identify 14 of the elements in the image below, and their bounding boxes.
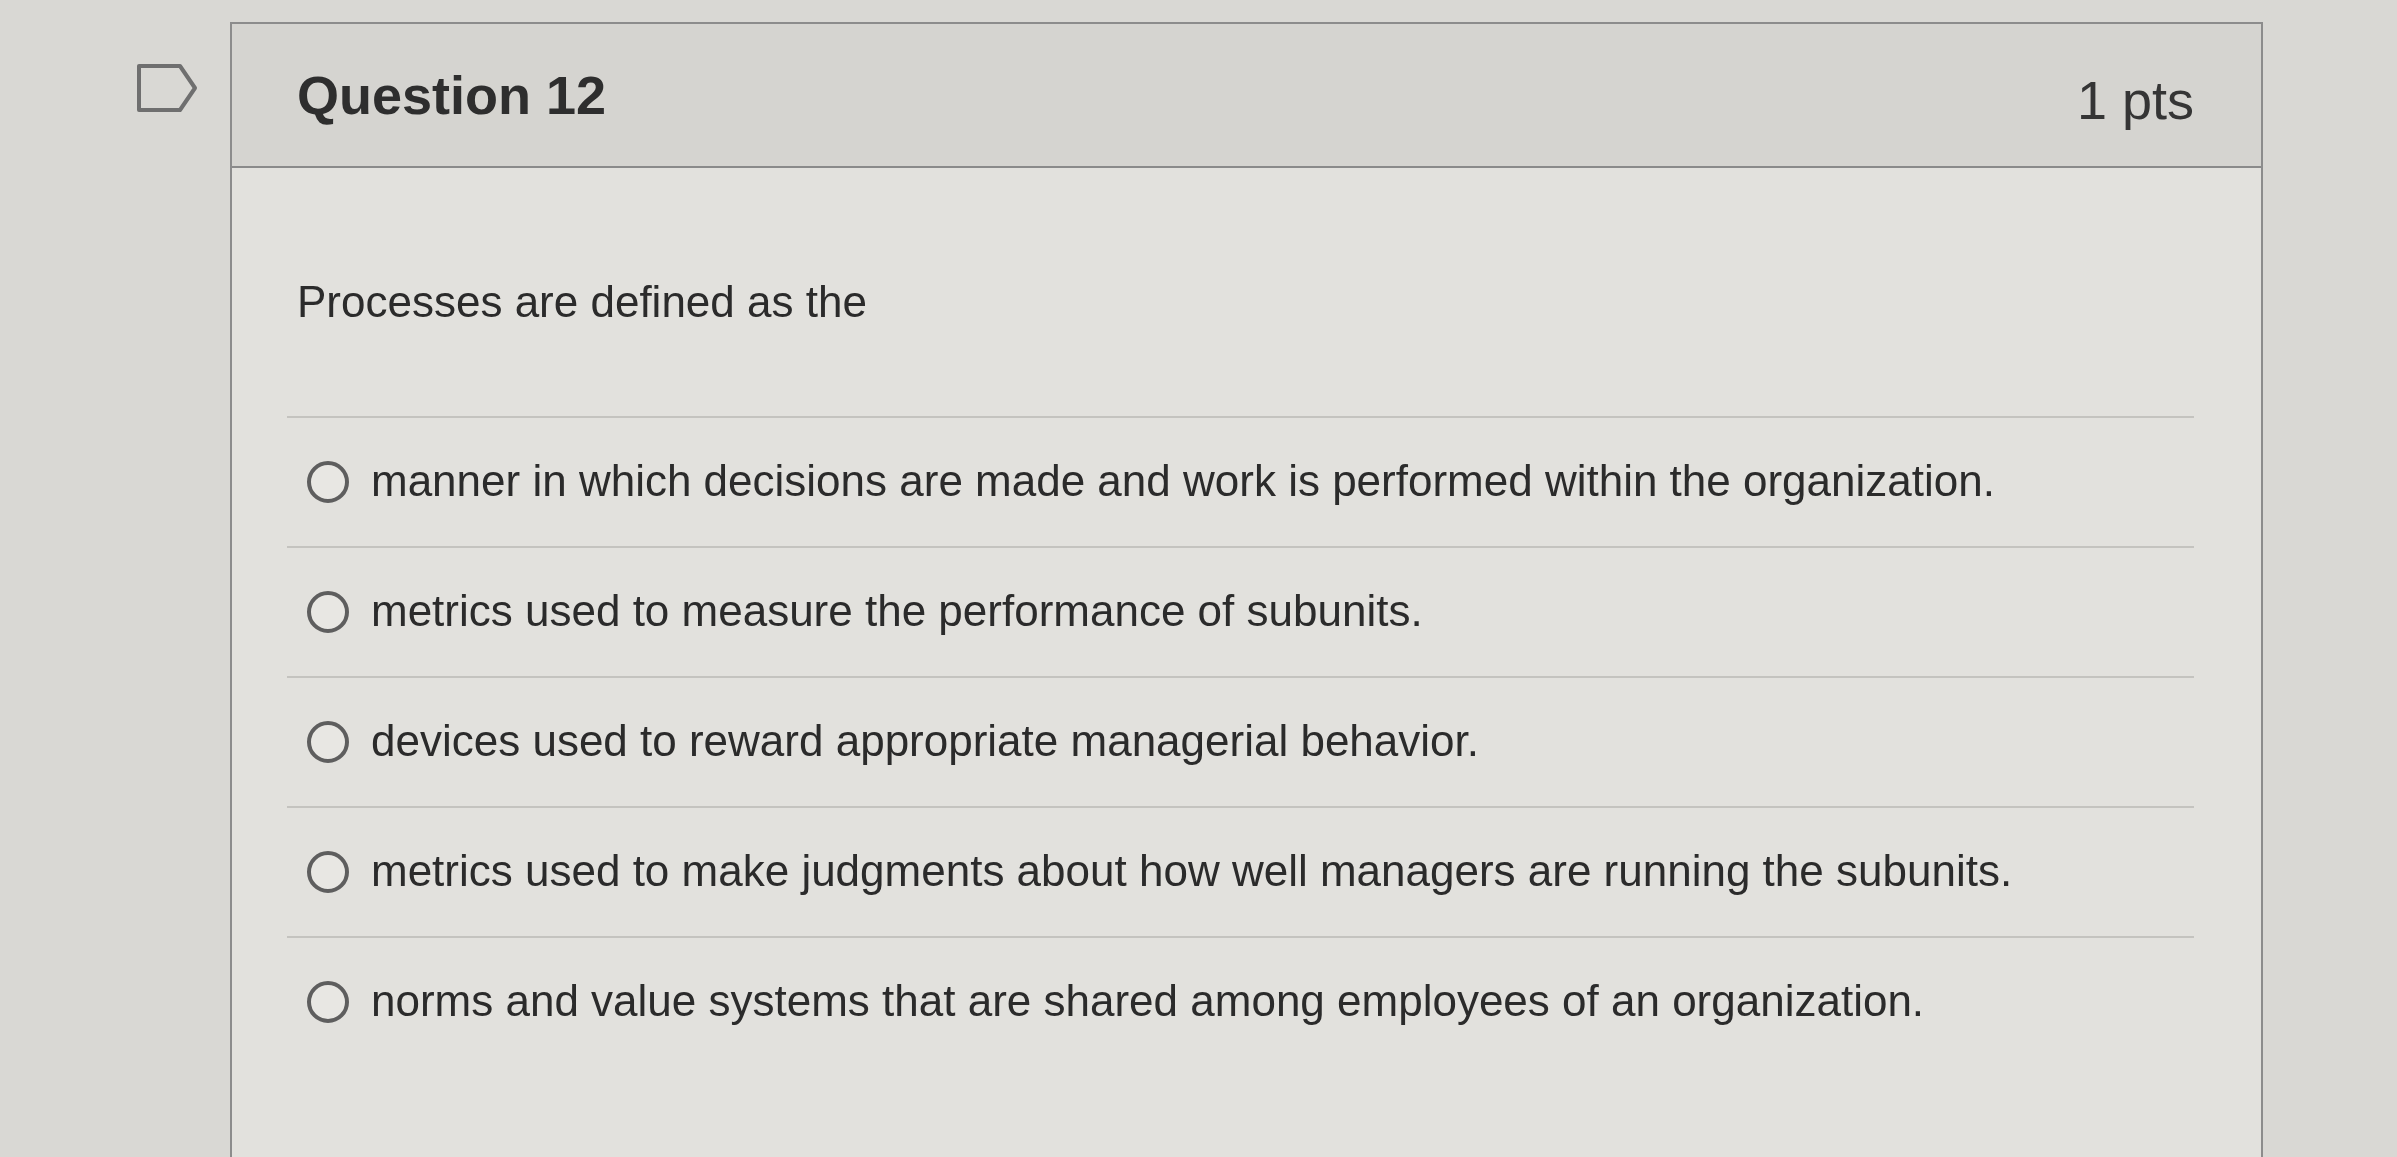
option-label[interactable]: norms and value systems that are shared among employees of an organization.	[371, 975, 1925, 1029]
option-label[interactable]: devices used to reward appropriate managerial behavior.	[371, 715, 1479, 769]
flag-icon[interactable]	[136, 63, 198, 113]
option-label[interactable]: metrics used to make judgments about how well managers are running the subunits.	[371, 845, 2013, 899]
question-text: Processes are defined as the	[297, 276, 868, 328]
question-title: Question 12	[297, 64, 607, 126]
points-label: 1 pts	[2076, 69, 2194, 131]
option-label[interactable]: manner in which decisions are made and work is performed within the organization.	[371, 455, 1995, 509]
radio-button[interactable]	[307, 850, 349, 893]
radio-button[interactable]	[307, 590, 349, 633]
radio-button[interactable]	[307, 980, 349, 1023]
radio-button[interactable]	[307, 460, 349, 503]
radio-button[interactable]	[307, 720, 349, 763]
option-label[interactable]: metrics used to measure the performance of subunits.	[371, 585, 1423, 639]
